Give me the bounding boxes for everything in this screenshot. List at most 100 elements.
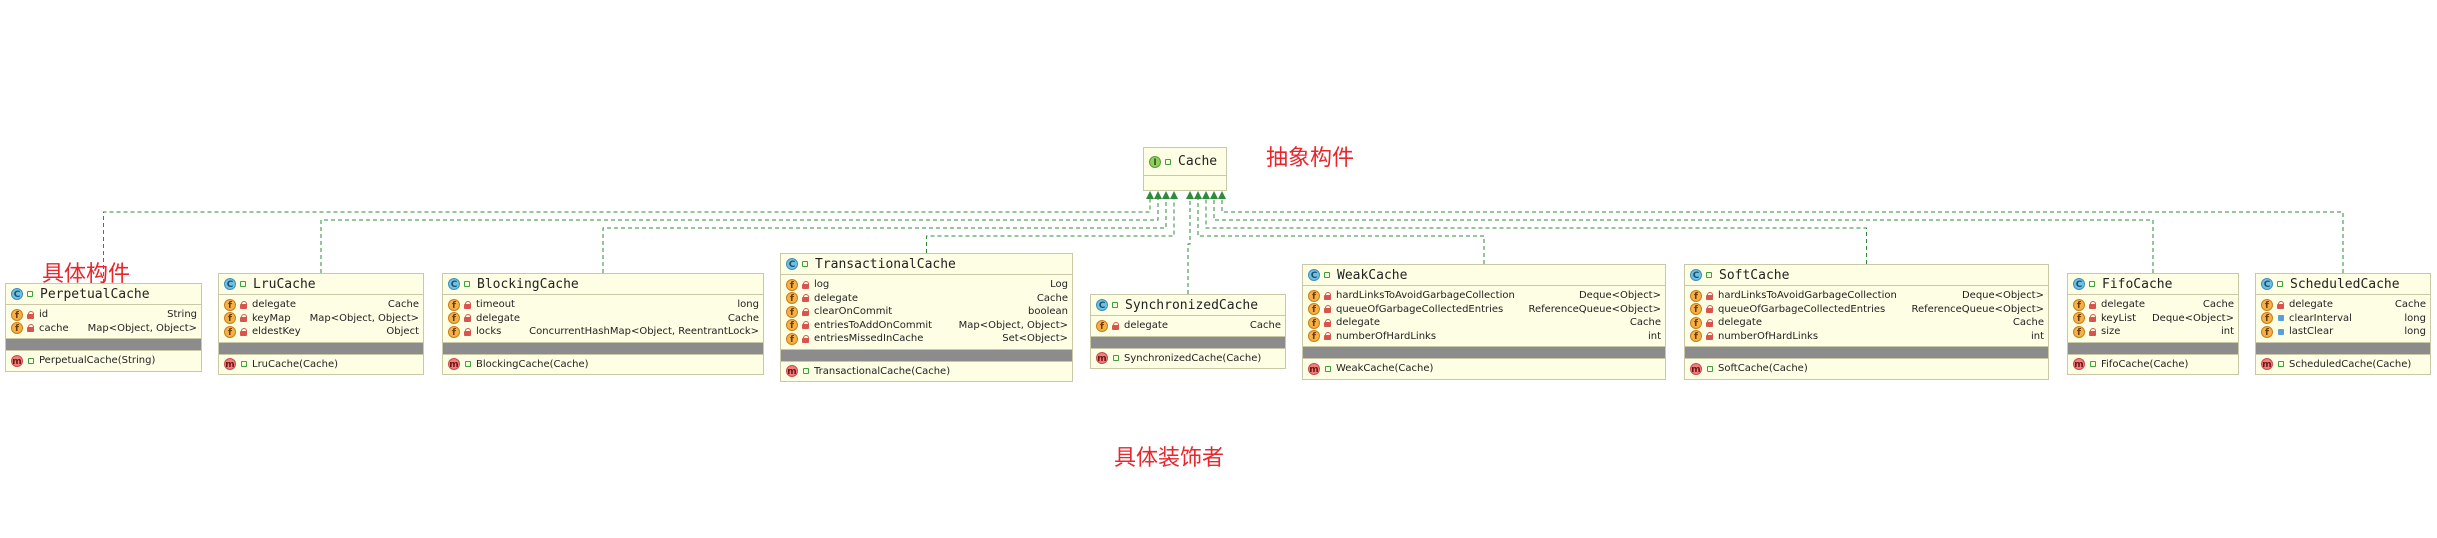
private-icon [802, 280, 810, 289]
class-icon: C [1308, 269, 1320, 281]
field-icon: f [786, 319, 798, 332]
method-row[interactable]: m TransactionalCache(Cache) [781, 365, 1072, 379]
field-row[interactable]: f queueOfGarbageCollectedEntries Reference… [1303, 303, 1665, 317]
realization-arrowhead-perpetual [1146, 191, 1154, 199]
method-signature: BlockingCache(Cache) [476, 358, 589, 370]
public-icon [1112, 354, 1120, 362]
field-icon: f [2073, 325, 2085, 338]
field-row[interactable]: f numberOfHardLinks int [1303, 330, 1665, 344]
class-icon: C [1690, 269, 1702, 281]
blocking-class-box[interactable]: C BlockingCache f timeout long f delegate Cache… [442, 273, 764, 375]
synchronized-class-box[interactable]: C SynchronizedCache f delegate Cache m Synchro… [1090, 294, 1286, 369]
fifo-class-box[interactable]: C FifoCache f delegate Cache f keyList Deque<Ob… [2067, 273, 2239, 375]
field-row[interactable]: f locks ConcurrentHashMap<Object, Reentran… [443, 325, 763, 339]
soft-class-name: SoftCache [1719, 267, 1790, 283]
field-name: lastClear [2289, 326, 2334, 338]
field-row[interactable]: f clearOnCommit boolean [781, 305, 1072, 319]
method-row[interactable]: m SynchronizedCache(Cache) [1091, 352, 1285, 366]
field-row[interactable]: f keyList Deque<Object> [2068, 312, 2238, 326]
weak-class-name: WeakCache [1337, 267, 1408, 283]
field-row[interactable]: f cache Map<Object, Object> [6, 322, 201, 336]
field-row[interactable]: f timeout long [443, 298, 763, 312]
private-icon [1324, 291, 1332, 300]
transactional-properties-section [781, 349, 1072, 362]
field-row[interactable]: f entriesToAddOnCommit Map<Object, Object> [781, 319, 1072, 333]
field-row[interactable]: f delegate Cache [219, 298, 423, 312]
field-row[interactable]: f size int [2068, 325, 2238, 339]
field-icon: f [1308, 316, 1320, 329]
field-name: size [2101, 326, 2121, 338]
field-row[interactable]: f clearInterval long [2256, 312, 2430, 326]
private-icon [1324, 332, 1332, 341]
field-name: id [39, 309, 49, 321]
transactional-class-header: C TransactionalCache [781, 254, 1072, 275]
class-icon: C [1096, 299, 1108, 311]
field-name: hardLinksToAvoidGarbageCollection [1336, 290, 1515, 302]
field-row[interactable]: f delegate Cache [1685, 316, 2048, 330]
field-row[interactable]: f delegate Cache [2256, 298, 2430, 312]
cache-interface-box[interactable]: I Cache [1143, 147, 1227, 191]
field-icon: f [1690, 330, 1702, 343]
method-row[interactable]: m LruCache(Cache) [219, 358, 423, 372]
field-row[interactable]: f id String [6, 308, 201, 322]
field-row[interactable]: f lastClear long [2256, 325, 2430, 339]
transactional-class-box[interactable]: C TransactionalCache f log Log f delegate Cache… [780, 253, 1073, 382]
field-row[interactable]: f delegate Cache [1303, 316, 1665, 330]
fifo-methods-section: m FifoCache(Cache) [2068, 355, 2238, 375]
field-row[interactable]: f eldestKey Object [219, 325, 423, 339]
field-row[interactable]: f hardLinksToAvoidGarbageCollection Deque<… [1303, 289, 1665, 303]
field-row[interactable]: f delegate Cache [1091, 319, 1285, 333]
field-icon: f [786, 278, 798, 291]
field-name: numberOfHardLinks [1336, 330, 1437, 342]
field-row[interactable]: f keyMap Map<Object, Object> [219, 312, 423, 326]
method-row[interactable]: m PerpetualCache(String) [6, 354, 201, 368]
perpetual-class-box[interactable]: C PerpetualCache f id String f cache Map<Object… [5, 283, 202, 372]
method-row[interactable]: m BlockingCache(Cache) [443, 358, 763, 372]
field-row[interactable]: f delegate Cache [2068, 298, 2238, 312]
lru-class-box[interactable]: C LruCache f delegate Cache f keyMap Map<Object… [218, 273, 424, 375]
fifo-class-header: C FifoCache [2068, 274, 2238, 295]
soft-methods-section: m SoftCache(Cache) [1685, 359, 2048, 379]
field-name: cache [39, 322, 69, 334]
method-icon: m [2073, 358, 2085, 371]
weak-class-box[interactable]: C WeakCache f hardLinksToAvoidGarbageCollec… [1302, 264, 1666, 380]
field-type: Deque<Object> [1961, 290, 2044, 302]
private-icon [27, 310, 35, 319]
field-icon: f [224, 312, 236, 325]
field-name: delegate [814, 292, 858, 304]
field-name: locks [476, 326, 502, 338]
method-row[interactable]: m ScheduledCache(Cache) [2256, 358, 2430, 372]
field-row[interactable]: f delegate Cache [781, 292, 1072, 306]
field-name: entriesMissedInCache [814, 333, 924, 345]
scheduled-class-box[interactable]: C ScheduledCache f delegate Cache f clearInter… [2255, 273, 2431, 375]
class-icon: C [11, 288, 23, 300]
field-row[interactable]: f queueOfGarbageCollectedEntries Reference… [1685, 303, 2048, 317]
cache-interface-name: Cache [1178, 154, 1218, 169]
private-icon [1706, 332, 1714, 341]
method-icon: m [786, 365, 798, 378]
public-icon [2088, 280, 2096, 288]
method-icon: m [1690, 362, 1702, 375]
synchronized-class-header: C SynchronizedCache [1091, 295, 1285, 316]
method-row[interactable]: m WeakCache(Cache) [1303, 362, 1665, 376]
field-row[interactable]: f numberOfHardLinks int [1685, 330, 2048, 344]
field-type: Cache [387, 299, 419, 311]
method-signature: PerpetualCache(String) [39, 355, 156, 367]
field-type: int [2220, 326, 2234, 338]
field-row[interactable]: f delegate Cache [443, 312, 763, 326]
soft-class-box[interactable]: C SoftCache f hardLinksToAvoidGarbageCollec… [1684, 264, 2049, 380]
field-name: delegate [1718, 317, 1762, 329]
method-row[interactable]: m SoftCache(Cache) [1685, 362, 2048, 376]
field-icon: f [2073, 312, 2085, 325]
method-row[interactable]: m FifoCache(Cache) [2068, 358, 2238, 372]
field-row[interactable]: f entriesMissedInCache Set<Object> [781, 332, 1072, 346]
field-row[interactable]: f log Log [781, 278, 1072, 292]
field-row[interactable]: f hardLinksToAvoidGarbageCollection Deque<… [1685, 289, 2048, 303]
field-type: Object [386, 326, 419, 338]
field-name: delegate [2289, 299, 2333, 311]
field-icon: f [448, 298, 460, 311]
synchronized-fields-section: f delegate Cache [1091, 316, 1285, 337]
soft-fields-section: f hardLinksToAvoidGarbageCollection Deque<… [1685, 286, 2048, 347]
field-type: String [167, 309, 197, 321]
fifo-fields-section: f delegate Cache f keyList Deque<Object> f size… [2068, 295, 2238, 343]
